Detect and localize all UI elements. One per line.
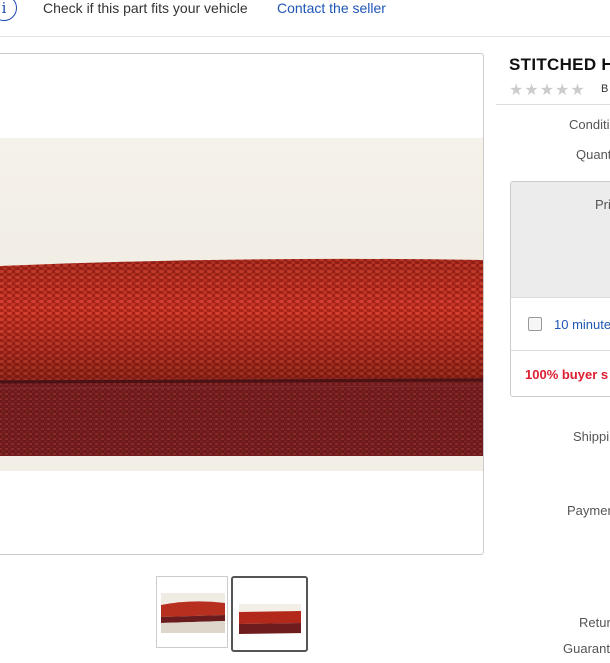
- price-panel: Pri 10 minute 100% buyer s: [510, 181, 610, 397]
- thumbnail-2-image: [239, 604, 301, 634]
- rating-stars[interactable]: ★★★★★: [509, 80, 586, 100]
- quantity-label: Quant: [576, 147, 610, 162]
- main-product-image[interactable]: [0, 53, 484, 555]
- price-label: Pri: [595, 197, 610, 212]
- thumbnail-2[interactable]: [231, 576, 308, 652]
- thumbnail-1[interactable]: [156, 576, 228, 648]
- fitment-check-text[interactable]: Check if this part fits your vehicle: [43, 0, 248, 16]
- thumbnail-1-image: [161, 593, 225, 633]
- condition-label: Conditi: [569, 117, 610, 132]
- watch-checkbox[interactable]: [528, 317, 542, 331]
- payments-label: Paymer: [567, 503, 610, 518]
- rating-text: B: [601, 83, 609, 95]
- shipping-label: Shippi: [573, 429, 610, 444]
- top-bar: i Check if this part fits your vehicle C…: [0, 0, 610, 37]
- divider: [511, 350, 610, 351]
- listing-title: STITCHED H: [509, 55, 610, 74]
- buyer-satisfaction-text: 100% buyer s: [525, 367, 609, 382]
- divider: [496, 104, 610, 105]
- returns-label: Retur: [579, 615, 610, 630]
- product-photo: [0, 138, 483, 471]
- info-icon[interactable]: i: [0, 0, 17, 21]
- minutes-link[interactable]: 10 minute: [554, 317, 610, 332]
- price-header: Pri: [511, 182, 610, 298]
- guarantee-label: Guarant: [563, 641, 610, 656]
- contact-seller-link[interactable]: Contact the seller: [277, 0, 386, 16]
